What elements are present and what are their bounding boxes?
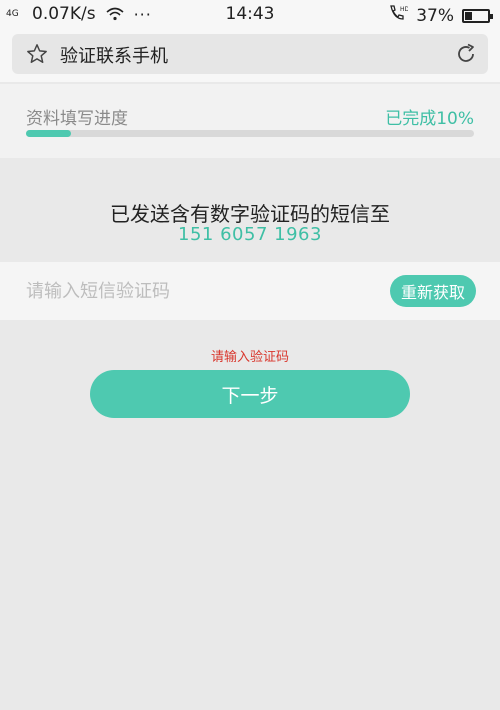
sms-code-input[interactable] xyxy=(26,276,366,306)
header-bar: 验证联系手机 xyxy=(0,28,500,82)
phone-number: 151 6057 1963 xyxy=(178,224,322,245)
sms-sent-message: 已发送含有数字验证码的短信至 xyxy=(110,202,390,226)
status-bar: 4G 0.07K/s ··· 14:43 HD 37% xyxy=(0,0,500,28)
star-icon[interactable] xyxy=(26,43,48,65)
page-title: 验证联系手机 xyxy=(60,46,168,67)
hd-call-icon: HD xyxy=(388,4,410,27)
code-row: 重新获取 xyxy=(0,262,500,320)
status-right: HD 37% xyxy=(388,4,493,27)
battery-percent: 37% xyxy=(416,5,454,26)
progress-label: 资料填写进度 xyxy=(26,109,128,129)
next-step-button[interactable]: 下一步 xyxy=(90,370,410,418)
reload-icon[interactable] xyxy=(454,42,478,66)
progress-status: 已完成10% xyxy=(385,109,474,129)
title-bar: 验证联系手机 xyxy=(12,34,488,74)
progress-fill xyxy=(26,130,71,137)
battery-icon xyxy=(462,8,493,23)
error-message: 请输入验证码 xyxy=(210,350,289,365)
progress-section: 资料填写进度 已完成10% xyxy=(0,84,500,158)
progress-track xyxy=(26,130,474,137)
resend-button[interactable]: 重新获取 xyxy=(390,275,476,307)
battery-level xyxy=(465,11,472,20)
svg-text:HD: HD xyxy=(400,6,408,13)
